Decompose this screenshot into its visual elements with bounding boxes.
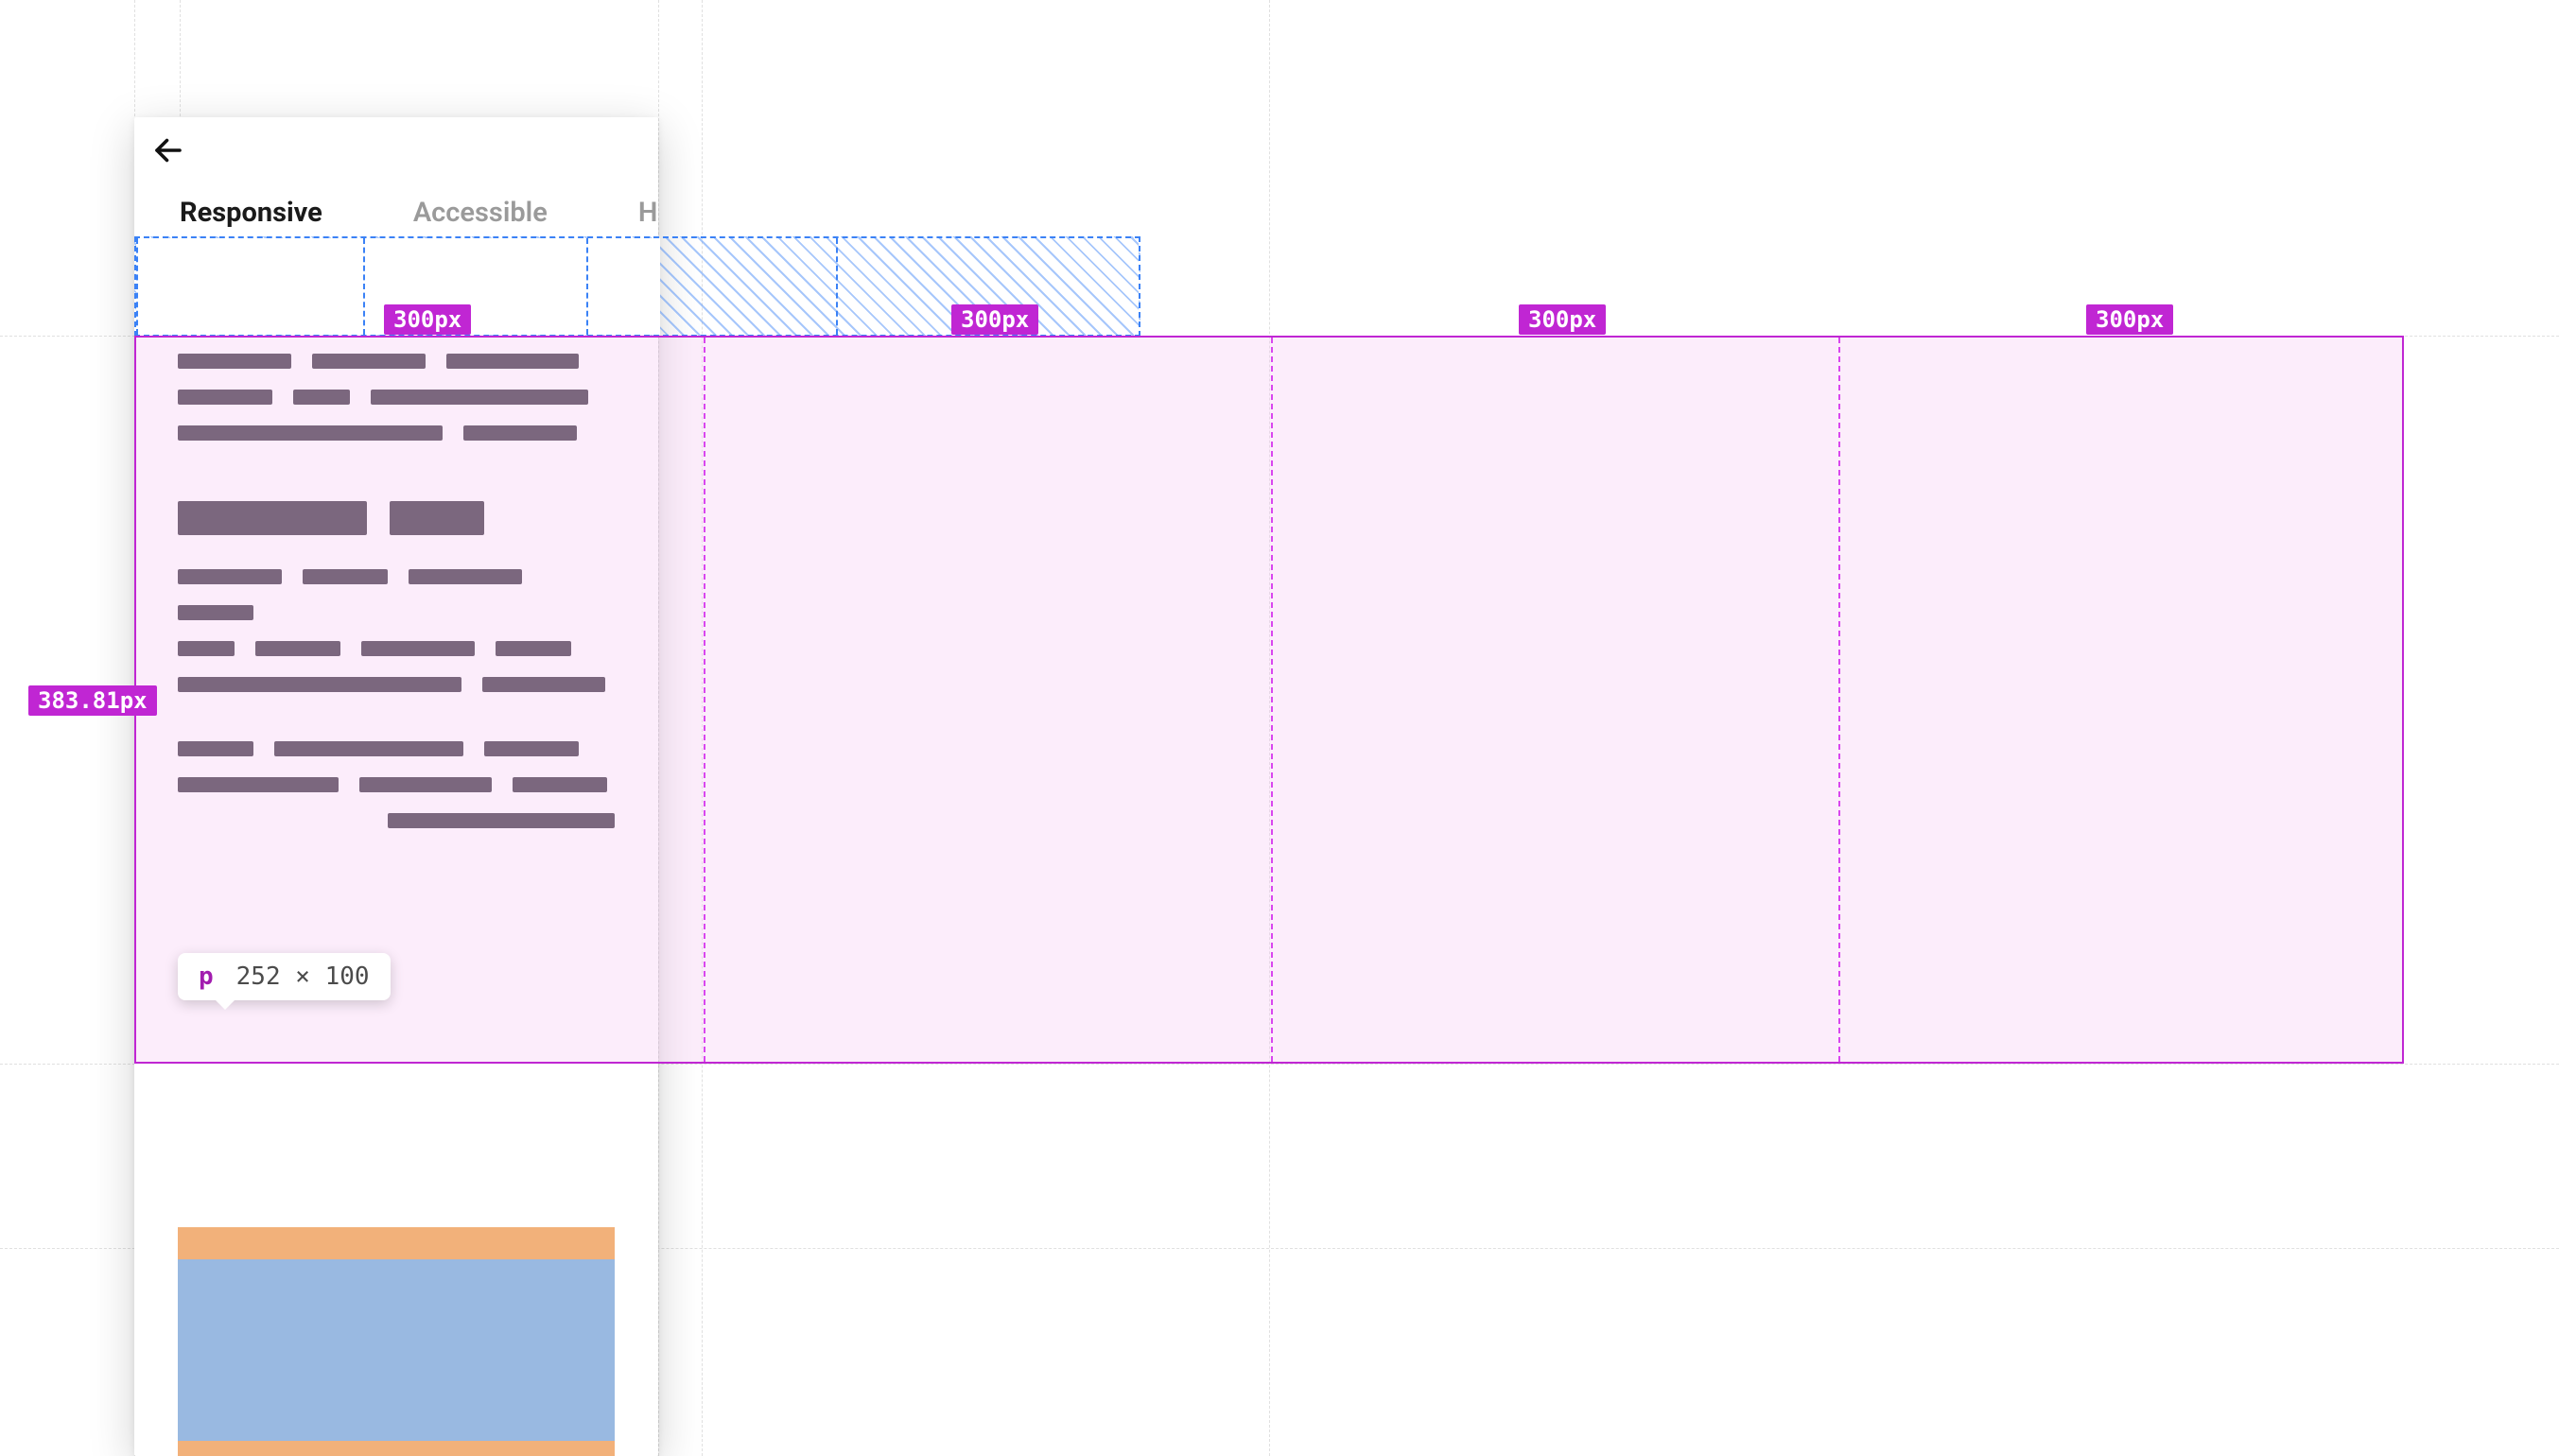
grid-column-divider [1838,338,1840,1062]
tab-label: Horizontal [638,197,658,229]
measurement-col-width: 300px [2086,304,2173,335]
measurement-value: 300px [1528,306,1596,333]
measurement-height: 383.81px [28,685,157,716]
measurement-value: 300px [961,306,1029,333]
box-model-margin [178,1227,615,1259]
back-button[interactable] [151,133,185,167]
tab-horizontal[interactable]: Horizontal [593,183,658,242]
arrow-left-icon [151,133,185,167]
element-tag: p [199,962,214,991]
box-model-overlay [178,1227,615,1456]
grid-column-divider [1271,338,1273,1062]
guide-vertical [658,0,659,1456]
device-header [134,117,658,183]
box-model-margin [178,1441,615,1456]
guide-vertical [702,0,703,1456]
guide-vertical [1269,0,1270,1456]
tabs-row: Responsive Accessible Horizontal [134,183,658,242]
measurement-col-width: 300px [384,304,471,335]
tab-responsive[interactable]: Responsive [134,183,368,242]
placeholder-block [178,501,615,828]
grid-column-divider [704,338,705,1062]
tab-accessible[interactable]: Accessible [368,183,593,242]
measurement-value: 300px [2096,306,2164,333]
tab-label: Responsive [180,197,322,229]
box-model-content [178,1259,615,1441]
element-tooltip: p 252 × 100 [178,953,391,1000]
measurement-value: 300px [393,306,461,333]
measurement-col-width: 300px [1519,304,1606,335]
tab-label: Accessible [413,197,548,229]
measurement-col-width: 300px [951,304,1038,335]
element-dimensions: 252 × 100 [236,962,370,991]
measurement-value: 383.81px [38,687,148,714]
